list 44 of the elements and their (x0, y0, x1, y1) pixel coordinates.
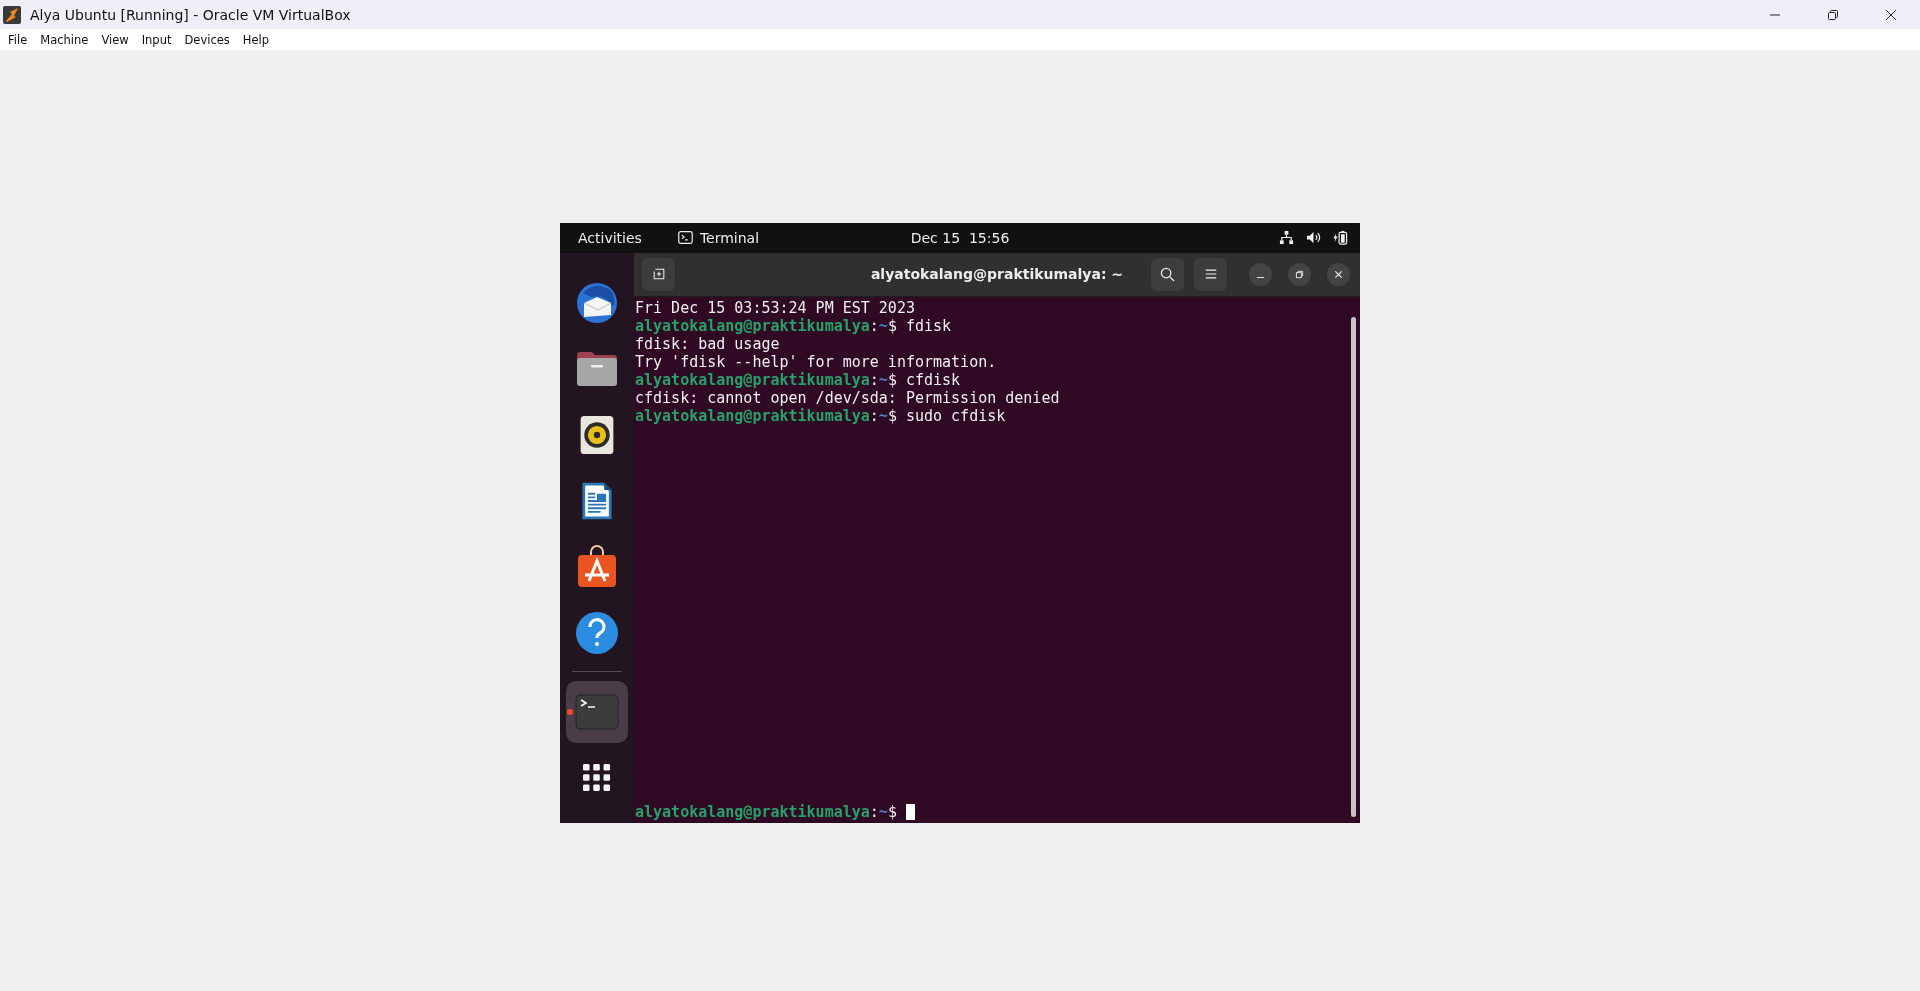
close-icon (1885, 8, 1897, 21)
terminal-icon (575, 693, 619, 730)
new-tab-button[interactable] (642, 257, 675, 291)
menu-item[interactable]: Machine (36, 32, 96, 47)
new-tab-icon (651, 267, 666, 281)
maximize-button[interactable] (1288, 262, 1311, 286)
restore-icon (1827, 8, 1839, 21)
terminal-output: fdisk: bad usage (635, 334, 780, 353)
terminal-output: Try 'fdisk --help' for more information. (635, 352, 997, 371)
maximize-icon (1295, 269, 1304, 279)
terminal-command: alyatokalang@praktikumalya:~$ cfdisk (635, 370, 961, 389)
app-grid-icon (583, 763, 611, 792)
window-title: Alya Ubuntu [Running] - Oracle VM VirtualBox (30, 6, 351, 23)
bird-envelope-icon (575, 280, 619, 325)
app-logo-icon (2, 4, 22, 25)
terminal-output: cfdisk: cannot open /dev/sda: Permission denied (635, 388, 1060, 407)
activities-button[interactable]: Activities (560, 229, 642, 246)
terminal-command: alyatokalang@praktikumalya:~$ fdisk (635, 316, 952, 335)
menu-item[interactable]: Input (137, 32, 179, 47)
scrollbar[interactable] (1351, 316, 1356, 817)
menu-item[interactable]: Help (238, 32, 276, 47)
menu-item[interactable]: View (97, 32, 136, 47)
terminal-prompt: alyatokalang@praktikumalya:~$ (635, 802, 897, 821)
network-icon[interactable] (1279, 230, 1294, 245)
terminal-icon (677, 231, 693, 244)
close-icon (1334, 269, 1343, 279)
menu-item[interactable]: Devices (180, 32, 237, 47)
app-menu[interactable]: Terminal (677, 229, 760, 246)
minimize-icon (1256, 276, 1265, 279)
menu-item[interactable]: File (4, 32, 35, 47)
terminal-title: alyatokalang@praktikumalya: ~ (870, 266, 1124, 282)
battery-icon[interactable] (1333, 230, 1348, 245)
terminal-output: Fri Dec 15 03:53:24 PM EST 2023 (635, 298, 915, 317)
text-cursor (905, 803, 915, 820)
menu-icon (1203, 267, 1218, 281)
clock[interactable]: Dec 15 15:56 (910, 229, 1010, 246)
close-button[interactable] (1327, 262, 1350, 286)
search-button[interactable] (1151, 257, 1184, 291)
menu-button[interactable] (1194, 257, 1227, 291)
help-icon (575, 610, 619, 655)
search-icon (1160, 266, 1175, 282)
volume-icon[interactable] (1306, 230, 1321, 245)
shopping-bag-icon (575, 544, 619, 589)
terminal-command: alyatokalang@praktikumalya:~$ sudo cfdisk (635, 406, 1006, 425)
